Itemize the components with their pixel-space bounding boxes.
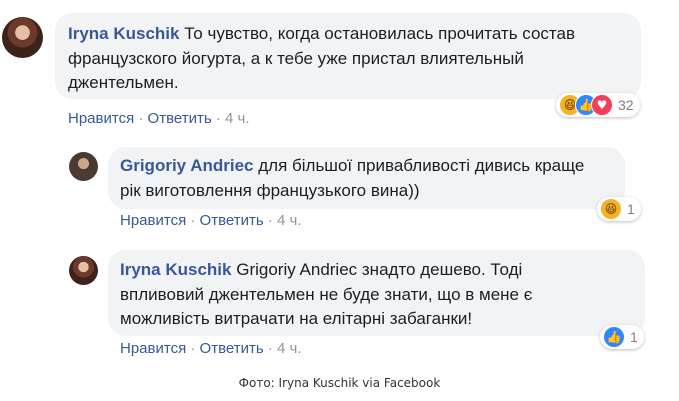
separator: · bbox=[190, 340, 196, 357]
comment-actions: Нравится · Ответить · 4 ч. bbox=[120, 212, 302, 229]
reactions-summary[interactable]: 😆 1 bbox=[597, 197, 641, 221]
comment-timestamp[interactable]: 4 ч. bbox=[277, 340, 302, 357]
comment-actions: Нравится · Ответить · 4 ч. bbox=[120, 340, 302, 357]
comment-text: То чувство, когда остановилась прочитать… bbox=[184, 24, 576, 43]
comment-author[interactable]: Grigoriy Andriec bbox=[120, 156, 254, 175]
separator: · bbox=[138, 110, 144, 127]
reactions-summary[interactable]: 👍 1 bbox=[600, 325, 644, 349]
photo-caption: Фото: Iryna Kuschik via Facebook bbox=[238, 376, 441, 390]
comment-text: для більшої привабливості дивись краще bbox=[258, 156, 585, 175]
avatar[interactable] bbox=[69, 256, 98, 285]
comment-body: Iryna Kuschik Grigoriy Andriec знадто де… bbox=[120, 258, 640, 332]
comment-timestamp[interactable]: 4 ч. bbox=[277, 212, 302, 229]
comment-body: Iryna Kuschik То чувство, когда останови… bbox=[68, 22, 638, 96]
like-button[interactable]: Нравится bbox=[120, 340, 186, 357]
like-button[interactable]: Нравится bbox=[68, 110, 134, 127]
reply-button[interactable]: Ответить bbox=[148, 110, 212, 127]
haha-reaction-icon: 😆 bbox=[600, 198, 622, 220]
separator: · bbox=[267, 212, 273, 229]
comment-text: можливість витрачати на елітарні забаган… bbox=[120, 309, 473, 328]
separator: · bbox=[215, 110, 221, 127]
reaction-count: 1 bbox=[630, 329, 638, 345]
reply-button[interactable]: Ответить bbox=[200, 340, 264, 357]
like-reaction-icon: 👍 bbox=[603, 326, 625, 348]
comment-text: впливовий джентельмен не буде знати, що … bbox=[120, 284, 533, 304]
separator: · bbox=[190, 212, 196, 229]
comment-timestamp[interactable]: 4 ч. bbox=[225, 110, 250, 127]
reply-button[interactable]: Ответить bbox=[200, 212, 264, 229]
avatar[interactable] bbox=[2, 17, 43, 58]
comment-author[interactable]: Iryna Kuschik bbox=[120, 260, 232, 279]
comment-text: французского йогурта, а к тебе уже прист… bbox=[68, 48, 524, 68]
comment-body: Grigoriy Andriec для більшої привабливос… bbox=[120, 154, 625, 203]
comment-text: джентельмен. bbox=[68, 73, 179, 92]
like-button[interactable]: Нравится bbox=[120, 212, 186, 229]
comment-text: рік виготовлення французького вина)) bbox=[120, 180, 420, 200]
reactions-summary[interactable]: 😆 👍 ♥ 32 bbox=[556, 93, 640, 117]
avatar[interactable] bbox=[69, 152, 98, 181]
reaction-count: 32 bbox=[618, 97, 634, 113]
reaction-count: 1 bbox=[627, 201, 635, 217]
comment-actions: Нравится · Ответить · 4 ч. bbox=[68, 110, 250, 127]
comment-author[interactable]: Iryna Kuschik bbox=[68, 24, 180, 43]
love-reaction-icon: ♥ bbox=[591, 94, 613, 116]
comment-text: Grigoriy Andriec знадто дешево. Тоді bbox=[236, 260, 523, 279]
separator: · bbox=[267, 340, 273, 357]
